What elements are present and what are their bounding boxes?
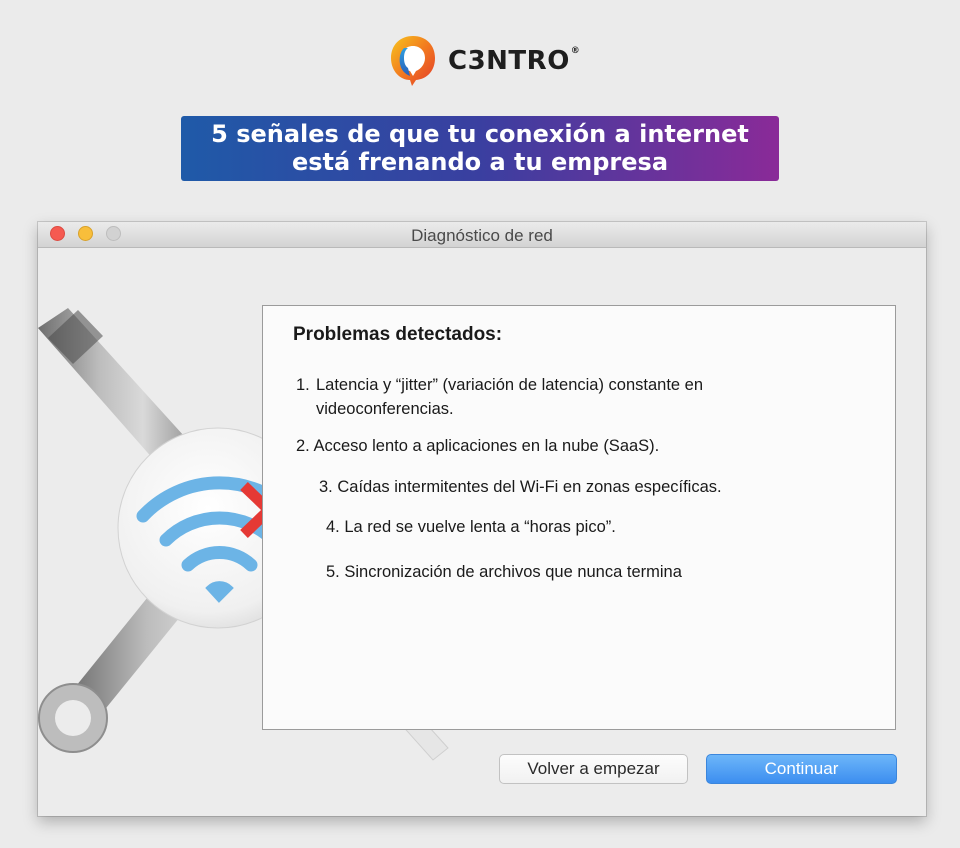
problems-panel: Problemas detectados: 1. Latencia y “jitt… — [262, 305, 896, 730]
headline-line-1: 5 señales de que tu conexión a internet — [211, 120, 749, 148]
problem-item: 2. Acceso lento a aplicaciones en la nub… — [296, 437, 660, 455]
brand: C3NTRO® — [388, 34, 580, 88]
headline-banner: 5 señales de que tu conexión a internet … — [181, 116, 779, 181]
c3ntro-logo — [391, 36, 435, 86]
problem-item: 1. Latencia y “jitter” (variación de late… — [296, 376, 704, 418]
continue-button[interactable]: Continuar — [706, 754, 897, 784]
window-titlebar[interactable]: Diagnóstico de red — [38, 222, 926, 248]
network-diagnostics-window: Diagnóstico de red Problemas detectados:… — [38, 222, 926, 816]
problem-item: 4. La red se vuelve lenta a “horas pico”… — [326, 518, 616, 536]
problem-item: 5. Sincronización de archivos que nunca … — [326, 563, 682, 581]
brand-name: C3NTRO® — [448, 46, 581, 76]
window-title: Diagnóstico de red — [411, 226, 553, 245]
panel-title: Problemas detectados: — [293, 324, 503, 345]
headline-line-2: está frenando a tu empresa — [291, 148, 669, 176]
restart-button[interactable]: Volver a empezar — [499, 754, 688, 784]
problem-item: 3. Caídas intermitentes del Wi-Fi en zon… — [319, 478, 722, 496]
